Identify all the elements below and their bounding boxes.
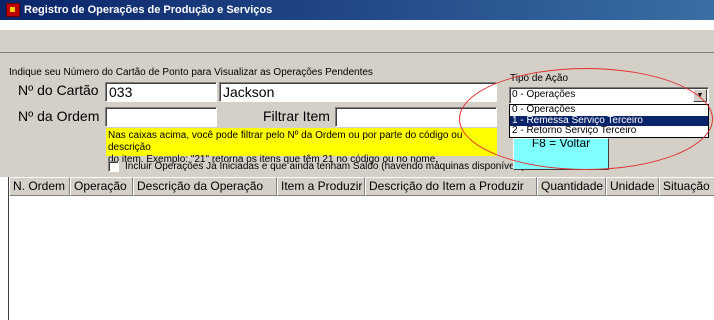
ordem-label: Nº da Ordem (18, 108, 100, 124)
include-started-label: Incluir Operações Já Iniciadas e que ain… (125, 161, 526, 172)
tipo-acao-selected-value: 0 - Operações (512, 89, 576, 100)
hint-line-1: Nas caixas acima, você pode filtrar pelo… (108, 130, 463, 153)
tipo-acao-option-0[interactable]: 0 - Operações (510, 104, 708, 116)
tipo-acao-label: Tipo de Ação (510, 73, 569, 84)
tipo-acao-option-2[interactable]: 2 - Retorno Serviço Terceiro (510, 125, 708, 137)
hint-box: Nas caixas acima, você pode filtrar pelo… (106, 128, 497, 165)
column-header[interactable]: Operação (70, 177, 133, 196)
window-titlebar[interactable]: Registro de Operações de Produção e Serv… (0, 0, 714, 20)
tipo-acao-dropdown-list[interactable]: 0 - Operações 1 - Remessa Serviço Tercei… (509, 104, 709, 138)
chevron-down-icon[interactable]: ▼ (693, 89, 707, 102)
include-started-row[interactable]: Incluir Operações Já Iniciadas e que ain… (108, 161, 525, 172)
voltar-button[interactable]: F8 = Voltar (513, 138, 609, 170)
include-started-checkbox[interactable] (108, 161, 119, 172)
column-header[interactable]: Unidade (606, 177, 659, 196)
operations-table-header: N. Ordem Operação Descrição da Operação … (9, 177, 714, 196)
app-icon (6, 3, 20, 17)
filtrar-item-label: Filtrar Item (263, 108, 330, 124)
cartao-label: Nº do Cartão (18, 82, 99, 98)
ordem-input[interactable] (105, 107, 217, 127)
operations-table-body[interactable] (9, 196, 714, 320)
column-header[interactable]: Item a Produzir (277, 177, 365, 196)
column-header[interactable]: Descrição da Operação (133, 177, 277, 196)
cartao-input[interactable]: 033 (105, 82, 217, 102)
voltar-button-label: F8 = Voltar (531, 138, 591, 150)
toolbar-strip (0, 29, 714, 53)
instruction-text: Indique seu Número do Cartão de Ponto pa… (9, 67, 373, 78)
tipo-acao-select[interactable]: 0 - Operações ▼ (509, 87, 709, 104)
column-header[interactable]: Descrição do Item a Produzir (365, 177, 537, 196)
column-header[interactable]: Situação (659, 177, 714, 196)
column-header[interactable]: N. Ordem (9, 177, 70, 196)
employee-name-field: Jackson (219, 82, 497, 102)
filtrar-item-input[interactable] (335, 107, 497, 127)
column-header[interactable]: Quantidade (537, 177, 606, 196)
window-title: Registro de Operações de Produção e Serv… (24, 4, 273, 16)
